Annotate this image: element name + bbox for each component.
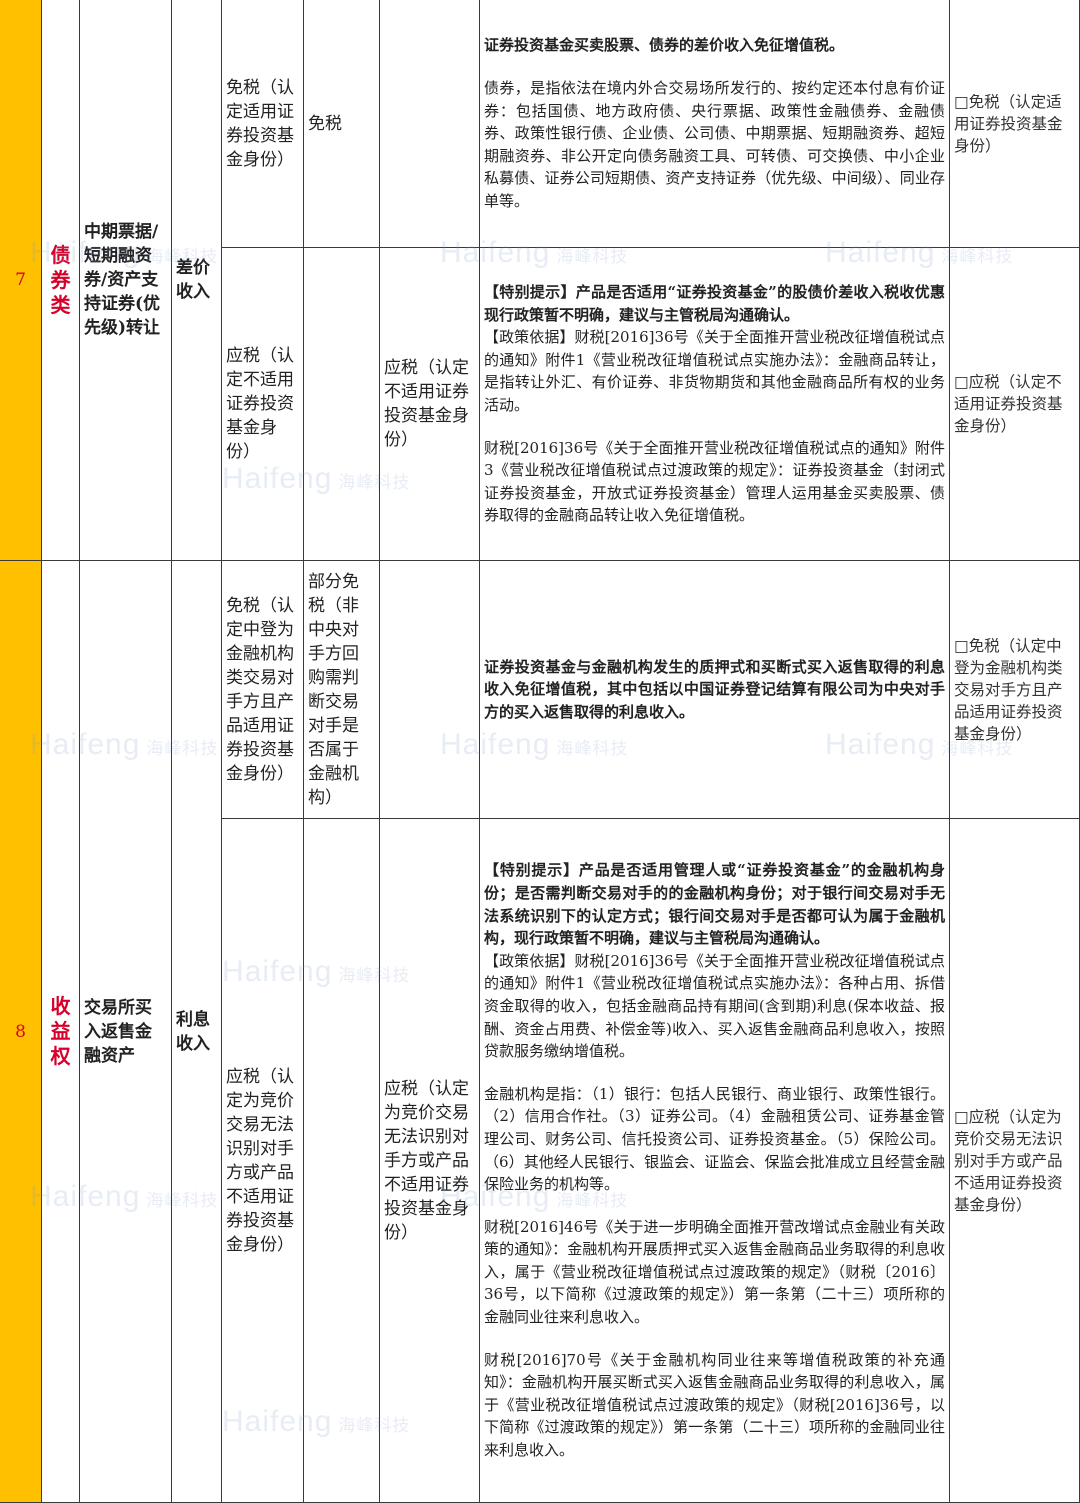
note-text: 应税（认定不适用证券投资基金身份） [384, 358, 469, 450]
special-note: 【特别提示】产品是否适用“证券投资基金”的股债价差收入税收优惠现行政策暂不明确，… [484, 283, 945, 324]
option-text: □应税（认定为竞价交易无法识别对手方或产品不适用证券投资基金身份） [954, 1107, 1063, 1214]
category-text: 债券类 [50, 242, 71, 317]
asset-cell: 中期票据/短期融资券/资产支持证券(优先级)转让 [80, 0, 172, 561]
income-type-text: 差价收入 [176, 258, 210, 302]
row-number: 7 [0, 0, 42, 561]
row-number: 8 [0, 561, 42, 1503]
note-cell: 应税（认定不适用证券投资基金身份） [380, 248, 480, 561]
description-paragraph: 【政策依据】财税[2016]36号《关于全面推开营业税改征增值税试点的通知》附件… [484, 951, 945, 1061]
note-cell [380, 0, 480, 248]
description-cell: 【特别提示】产品是否适用管理人或“证券投资基金”的金融机构身份；是否需判断交易对… [480, 819, 950, 1503]
option-text: □免税（认定适用证券投资基金身份） [954, 92, 1063, 155]
income-type-text: 利息收入 [176, 1009, 210, 1054]
income-type-cell: 利息收入 [172, 561, 222, 1503]
note-text: 应税（认定为竞价交易无法识别对手方或产品不适用证券投资基金身份） [384, 1078, 469, 1243]
description-cell: 证券投资基金与金融机构发生的质押式和买断式买入返售取得的利息收入免征增值税，其中… [480, 561, 950, 819]
status-text: 免税（认定适用证券投资基金身份） [226, 77, 294, 170]
status-cell: 应税（认定不适用证券投资基金身份） [222, 248, 304, 561]
tax-cell [304, 819, 380, 1503]
description-paragraph: 证券投资基金买卖股票、债券的差价收入免征增值税。 [484, 36, 845, 55]
tax-cell: 免税 [304, 0, 380, 248]
asset-text: 交易所买入返售金融资产 [84, 997, 152, 1066]
description-paragraph: 【政策依据】财税[2016]36号《关于全面推开营业税改征增值税试点的通知》附件… [484, 328, 945, 414]
tax-text: 部分免税（非中央对手方回购需判断交易对手是否属于金融机构） [308, 571, 359, 808]
tax-cell [304, 248, 380, 561]
status-cell: 应税（认定为竞价交易无法识别对手方或产品不适用证券投资基金身份） [222, 819, 304, 1503]
row-number-text: 7 [15, 270, 26, 290]
note-cell [380, 561, 480, 819]
note-cell: 应税（认定为竞价交易无法识别对手方或产品不适用证券投资基金身份） [380, 819, 480, 1503]
description-cell: 【特别提示】产品是否适用“证券投资基金”的股债价差收入税收优惠现行政策暂不明确，… [480, 248, 950, 561]
description-paragraph: 金融机构是指：（1）银行：包括人民银行、商业银行、政策性银行。（2）信用合作社。… [484, 1084, 945, 1194]
tax-policy-table: 7 债券类 中期票据/短期融资券/资产支持证券(优先级)转让 差价收入 免税（认… [0, 0, 1080, 1503]
option-checkbox[interactable]: □免税（认定适用证券投资基金身份） [950, 0, 1080, 248]
description-cell: 证券投资基金买卖股票、债券的差价收入免征增值税。 债券，是指依法在境内外合交易场… [480, 0, 950, 248]
option-checkbox[interactable]: □应税（认定不适用证券投资基金身份） [950, 248, 1080, 561]
description-paragraph: 证券投资基金与金融机构发生的质押式和买断式买入返售取得的利息收入免征增值税，其中… [484, 657, 945, 721]
status-text: 应税（认定不适用证券投资基金身份） [226, 346, 294, 462]
option-text: □应税（认定不适用证券投资基金身份） [954, 373, 1063, 435]
asset-text: 中期票据/短期融资券/资产支持证券(优先级)转让 [84, 222, 161, 338]
tax-cell: 部分免税（非中央对手方回购需判断交易对手是否属于金融机构） [304, 561, 380, 819]
description-paragraph: 财税[2016]70号《关于金融机构同业往来等增值税政策的补充通知》：金融机构开… [484, 1350, 945, 1460]
category-cell: 收益权 [42, 561, 80, 1503]
category-cell: 债券类 [42, 0, 80, 561]
asset-cell: 交易所买入返售金融资产 [80, 561, 172, 1503]
status-cell: 免税（认定适用证券投资基金身份） [222, 0, 304, 248]
category-text: 收益权 [50, 994, 71, 1068]
tax-text: 免税 [308, 113, 342, 134]
special-note: 【特别提示】产品是否适用管理人或“证券投资基金”的金融机构身份；是否需判断交易对… [484, 861, 945, 948]
option-text: □免税（认定中登为金融机构类交易对手方且产品适用证券投资基金身份） [954, 636, 1063, 743]
status-text: 应税（认定为竞价交易无法识别对手方或产品不适用证券投资基金身份） [226, 1066, 294, 1255]
description-paragraph: 债券，是指依法在境内外合交易场所发行的、按约定还本付息有价证券：包括国债、地方政… [484, 79, 945, 210]
option-checkbox[interactable]: □应税（认定为竞价交易无法识别对手方或产品不适用证券投资基金身份） [950, 819, 1080, 1503]
description-paragraph: 财税[2016]46号《关于进一步明确全面推开营改增试点金融业有关政策的通知》：… [484, 1217, 945, 1327]
income-type-cell: 差价收入 [172, 0, 222, 561]
description-paragraph: 财税[2016]36号《关于全面推开营业税改征增值税试点的通知》附件3《营业税改… [484, 438, 945, 525]
status-text: 免税（认定中登为金融机构类交易对手方且产品适用证券投资基金身份） [226, 595, 294, 784]
row-number-text: 8 [15, 1021, 26, 1042]
status-cell: 免税（认定中登为金融机构类交易对手方且产品适用证券投资基金身份） [222, 561, 304, 819]
option-checkbox[interactable]: □免税（认定中登为金融机构类交易对手方且产品适用证券投资基金身份） [950, 561, 1080, 819]
